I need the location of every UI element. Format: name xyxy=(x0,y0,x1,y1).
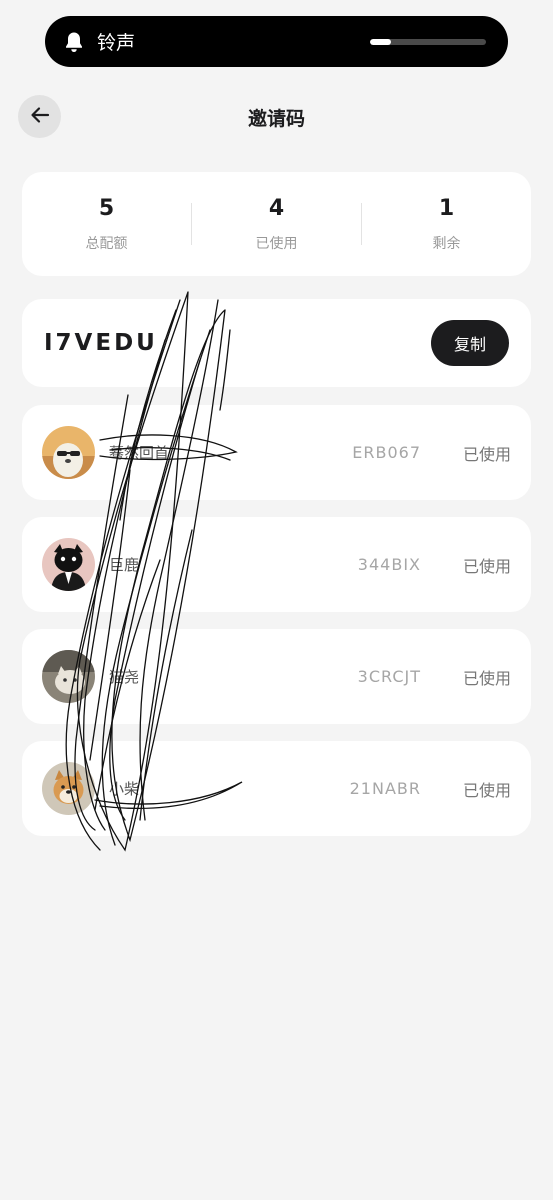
stat-remaining: 1 剩余 xyxy=(362,196,531,253)
invite-code-value: I7VEDU xyxy=(44,330,158,356)
invite-row[interactable]: 巨鹿 344BIX 已使用 xyxy=(22,517,531,612)
quota-stats-card: 5 总配额 4 已使用 1 剩余 xyxy=(22,172,531,276)
volume-level xyxy=(370,38,391,45)
status-label: 已使用 xyxy=(462,668,511,688)
stat-total: 5 总配额 xyxy=(22,196,191,253)
status-label: 已使用 xyxy=(462,556,511,576)
invite-row[interactable]: 小柴 21NABR 已使用 xyxy=(22,741,531,836)
stat-used: 4 已使用 xyxy=(192,196,361,253)
stat-total-value: 5 xyxy=(98,195,115,221)
invite-code: 21NABR xyxy=(349,779,421,798)
stat-used-value: 4 xyxy=(268,195,285,221)
avatar xyxy=(42,762,95,815)
page-title: 邀请码 xyxy=(247,108,305,130)
invite-code: ERB067 xyxy=(352,443,421,462)
stat-total-label: 总配额 xyxy=(85,235,128,252)
user-name: 巨鹿 xyxy=(109,556,140,574)
bell-icon xyxy=(63,31,85,53)
stat-remaining-value: 1 xyxy=(438,195,455,221)
avatar xyxy=(42,650,95,703)
ringer-banner: 铃声 xyxy=(45,16,508,67)
avatar xyxy=(42,426,95,479)
invite-row[interactable]: 猫尧 3CRCJT 已使用 xyxy=(22,629,531,724)
stat-remaining-label: 剩余 xyxy=(432,235,461,252)
invite-row[interactable]: 蓦然回首 ERB067 已使用 xyxy=(22,405,531,500)
invite-code-card: I7VEDU 复制 xyxy=(22,299,531,387)
status-label: 已使用 xyxy=(462,444,511,464)
avatar xyxy=(42,538,95,591)
status-label: 已使用 xyxy=(462,780,511,800)
user-name: 猫尧 xyxy=(109,668,140,686)
invite-code: 3CRCJT xyxy=(357,667,421,686)
invite-code: 344BIX xyxy=(357,555,421,574)
stat-used-label: 已使用 xyxy=(255,235,298,252)
invite-code-page: 铃声 邀请码 5 总配额 4 已使用 1 剩余 I7VEDU 复制 蓦然回首 E… xyxy=(0,0,553,1200)
ringer-label: 铃声 xyxy=(97,32,136,54)
volume-slider[interactable] xyxy=(370,38,486,45)
copy-button[interactable]: 复制 xyxy=(431,320,509,366)
user-name: 小柴 xyxy=(109,780,140,798)
user-name: 蓦然回首 xyxy=(109,444,170,462)
